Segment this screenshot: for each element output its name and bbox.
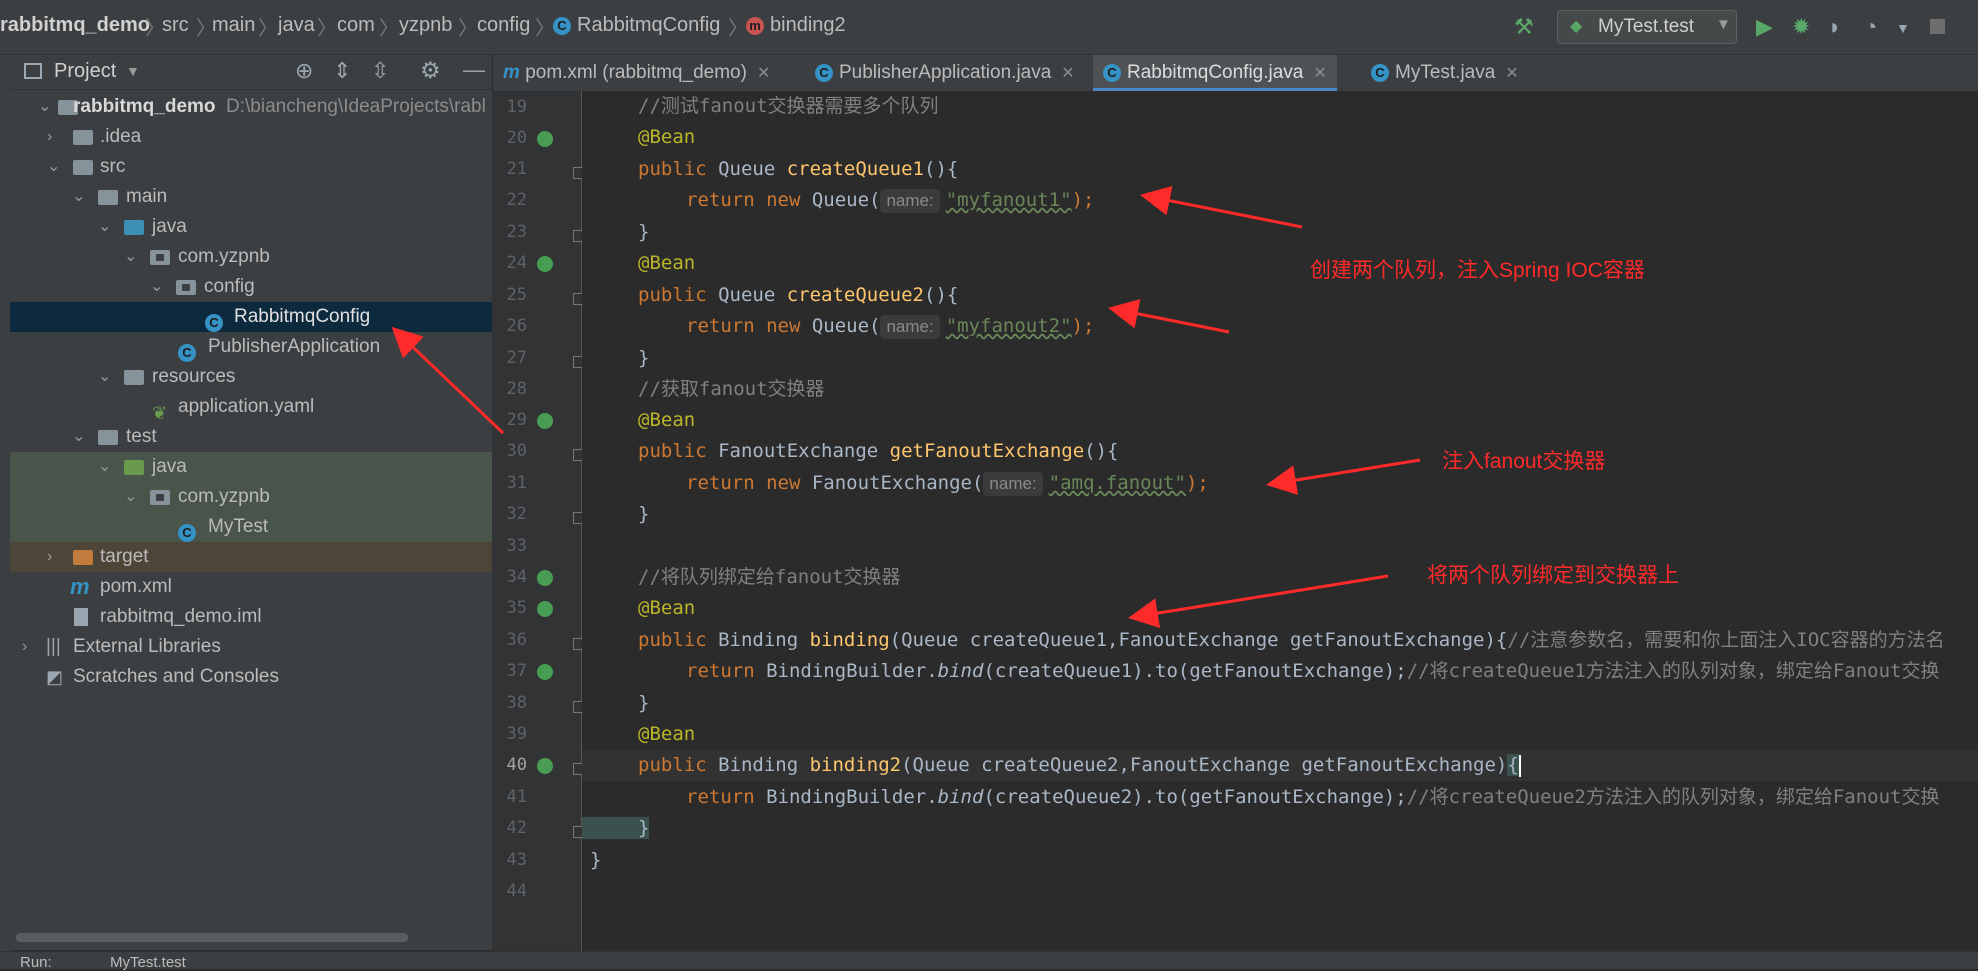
arrow-to-queue1 [1140, 185, 1303, 229]
run-tool-bar: Run: MyTest.test [0, 951, 1978, 971]
run-label: Run: [20, 954, 52, 971]
arrow-to-binding [1128, 574, 1389, 628]
arrow-to-fanout [1266, 458, 1421, 495]
arrow-to-queue2 [1108, 298, 1230, 334]
run-tab[interactable]: MyTest.test [110, 954, 186, 971]
arrow-to-rabbitmqconfig [391, 326, 505, 435]
annotation-arrows [391, 185, 1421, 628]
